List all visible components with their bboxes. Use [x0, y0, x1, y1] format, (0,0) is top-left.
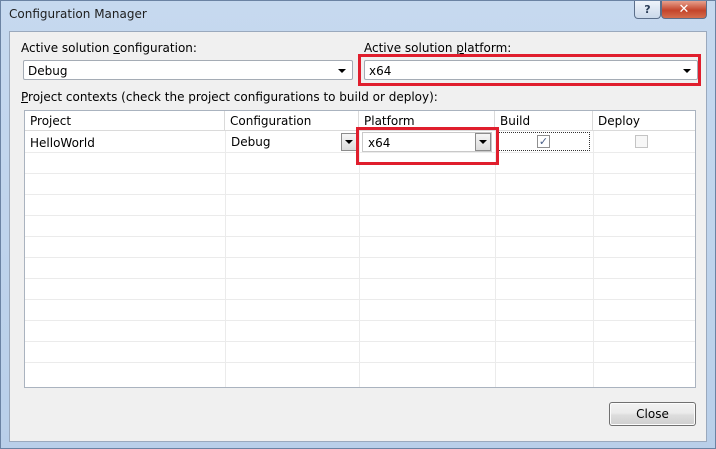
grid-row-line	[25, 152, 695, 153]
column-header-configuration[interactable]: Configuration	[225, 111, 359, 131]
grid-row-line	[25, 173, 695, 174]
solution-configuration-value: Debug	[28, 64, 68, 78]
solution-platform-select[interactable]: x64	[364, 60, 698, 80]
chevron-down-icon	[338, 69, 346, 73]
cell-configuration-select[interactable]: Debug	[226, 132, 358, 152]
cell-platform-value: x64	[368, 136, 391, 150]
column-header-project[interactable]: Project	[25, 111, 225, 131]
deploy-checkbox[interactable]	[635, 135, 648, 148]
grid-column-line	[225, 131, 226, 387]
grid-row-line	[25, 299, 695, 300]
window-close-button[interactable]: ✕	[661, 1, 707, 19]
chevron-down-icon	[683, 69, 691, 73]
grid-column-line	[593, 131, 594, 387]
project-contexts-label: Project contexts (check the project conf…	[21, 90, 438, 104]
close-button[interactable]: Close	[609, 402, 696, 426]
cell-project: HelloWorld	[30, 136, 95, 150]
help-button[interactable]: ?	[634, 1, 661, 19]
cell-configuration-value: Debug	[231, 135, 271, 149]
build-checkbox[interactable]: ✓	[537, 135, 550, 148]
close-icon: ✕	[678, 2, 690, 17]
grid-row-line	[25, 278, 695, 279]
grid-row-line	[25, 362, 695, 363]
dropdown-arrow-icon[interactable]	[475, 133, 491, 151]
grid-row-line	[25, 194, 695, 195]
window-title: Configuration Manager	[9, 7, 147, 21]
title-bar[interactable]: Configuration Manager ? ✕	[1, 1, 715, 27]
grid-row-line	[25, 320, 695, 321]
grid-row-line	[25, 215, 695, 216]
solution-configuration-select[interactable]: Debug	[23, 60, 353, 80]
dialog-body: Active solution configuration: Debug Act…	[9, 31, 707, 442]
solution-configuration-label: Active solution configuration:	[21, 41, 197, 55]
solution-platform-value: x64	[369, 64, 392, 78]
grid-column-line	[359, 131, 360, 387]
column-header-deploy[interactable]: Deploy	[593, 111, 695, 131]
dropdown-arrow-icon[interactable]	[341, 133, 357, 151]
grid-row-line	[25, 236, 695, 237]
column-header-build[interactable]: Build	[495, 111, 593, 131]
help-icon: ?	[644, 3, 651, 16]
cell-platform-select[interactable]: x64	[362, 132, 492, 152]
project-contexts-grid: Project Configuration Platform Build Dep…	[24, 110, 696, 388]
grid-row-line	[25, 257, 695, 258]
column-header-platform[interactable]: Platform	[359, 111, 495, 131]
grid-row-line	[25, 341, 695, 342]
solution-platform-label: Active solution platform:	[364, 41, 512, 55]
grid-column-line	[495, 131, 496, 387]
configuration-manager-window: Configuration Manager ? ✕ Active solutio…	[0, 0, 716, 449]
